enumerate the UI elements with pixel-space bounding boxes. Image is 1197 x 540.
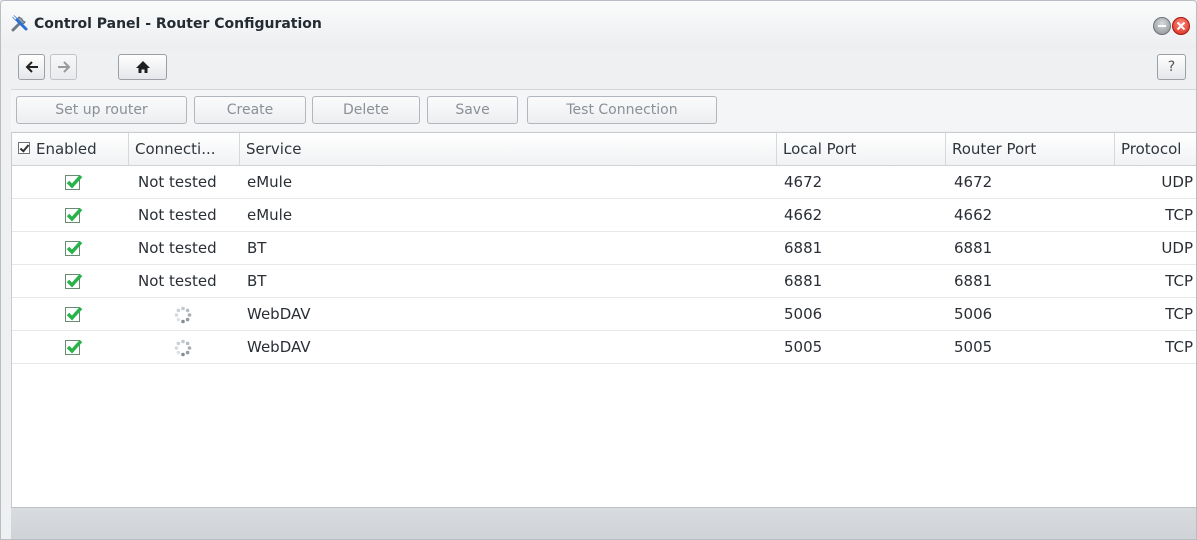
checkmark-icon	[66, 207, 83, 222]
arrow-right-icon	[57, 61, 70, 73]
protocol: TCP	[1165, 206, 1193, 224]
back-button[interactable]	[18, 54, 45, 80]
enabled-checkbox[interactable]	[65, 166, 85, 198]
loading-spinner-icon	[174, 339, 192, 357]
local-port: 6881	[784, 239, 823, 257]
column-header-connection[interactable]: Connecti...	[129, 133, 240, 165]
router-port: 4662	[954, 206, 993, 224]
protocol: TCP	[1165, 305, 1193, 323]
local-port: 5006	[784, 305, 823, 323]
protocol: UDP	[1161, 173, 1193, 191]
table-row[interactable]: WebDAV 5005 5005 TCP	[12, 331, 1196, 364]
service-name: BT	[247, 239, 267, 257]
connection-status: Not tested	[138, 239, 217, 257]
window-title: Control Panel - Router Configuration	[34, 16, 322, 32]
home-icon	[135, 61, 150, 73]
column-header-enabled[interactable]: Enabled	[12, 133, 129, 165]
table-row[interactable]: Not tested eMule 4662 4662 TCP	[12, 199, 1196, 232]
connection-status: Not tested	[138, 173, 217, 191]
router-port: 5006	[954, 305, 993, 323]
tools-icon	[10, 13, 30, 33]
navigation-bar: ?	[1, 49, 1196, 89]
table-row[interactable]: Not tested BT 6881 6881 TCP	[12, 265, 1196, 298]
protocol: UDP	[1161, 239, 1193, 257]
column-header-router-port[interactable]: Router Port	[946, 133, 1115, 165]
service-name: WebDAV	[247, 338, 311, 356]
router-port: 4672	[954, 173, 993, 191]
column-header-enabled-label: Enabled	[36, 140, 97, 158]
control-panel-window: Control Panel - Router Configuration ? S…	[0, 0, 1197, 540]
local-port: 4672	[784, 173, 823, 191]
connection-status	[174, 331, 194, 363]
table-row[interactable]: Not tested eMule 4672 4672 UDP	[12, 166, 1196, 199]
table-row[interactable]: Not tested BT 6881 6881 UDP	[12, 232, 1196, 265]
protocol: TCP	[1165, 338, 1193, 356]
service-name: WebDAV	[247, 305, 311, 323]
service-name: eMule	[247, 173, 293, 191]
local-port: 6881	[784, 272, 823, 290]
create-button[interactable]: Create	[194, 96, 306, 124]
close-button[interactable]	[1172, 17, 1190, 35]
set-up-router-button[interactable]: Set up router	[16, 96, 187, 124]
delete-button[interactable]: Delete	[312, 96, 420, 124]
connection-status: Not tested	[138, 206, 217, 224]
loading-spinner-icon	[174, 306, 192, 324]
column-header-protocol[interactable]: Protocol	[1115, 133, 1196, 165]
title-bar: Control Panel - Router Configuration	[1, 1, 1196, 49]
connection-status: Not tested	[138, 272, 217, 290]
checkmark-icon	[66, 174, 83, 189]
protocol: TCP	[1165, 272, 1193, 290]
router-port: 5005	[954, 338, 993, 356]
router-port: 6881	[954, 239, 993, 257]
save-button[interactable]: Save	[427, 96, 518, 124]
port-forwarding-table: Enabled Connecti... Service Local Port R…	[11, 132, 1196, 507]
connection-status	[174, 298, 194, 330]
action-toolbar: Set up router Create Delete Save Test Co…	[11, 89, 1196, 131]
router-port: 6881	[954, 272, 993, 290]
help-button[interactable]: ?	[1157, 54, 1186, 80]
column-header-service[interactable]: Service	[240, 133, 777, 165]
checkmark-icon	[66, 339, 83, 354]
column-header-local-port[interactable]: Local Port	[777, 133, 946, 165]
enabled-checkbox[interactable]	[65, 331, 85, 363]
checkmark-icon	[66, 240, 83, 255]
enabled-checkbox[interactable]	[65, 265, 85, 297]
local-port: 5005	[784, 338, 823, 356]
home-button[interactable]	[118, 54, 167, 80]
enabled-checkbox[interactable]	[65, 298, 85, 330]
select-all-checkbox[interactable]	[18, 142, 30, 154]
service-name: eMule	[247, 206, 293, 224]
arrow-left-icon	[25, 61, 38, 73]
service-name: BT	[247, 272, 267, 290]
table-header: Enabled Connecti... Service Local Port R…	[12, 133, 1196, 166]
enabled-checkbox[interactable]	[65, 199, 85, 231]
minimize-icon	[1158, 25, 1166, 27]
table-row[interactable]: WebDAV 5006 5006 TCP	[12, 298, 1196, 331]
checkmark-icon	[66, 273, 83, 288]
status-bar	[11, 507, 1196, 539]
test-connection-button[interactable]: Test Connection	[527, 96, 717, 124]
local-port: 4662	[784, 206, 823, 224]
checkmark-icon	[66, 306, 83, 321]
forward-button[interactable]	[50, 54, 77, 80]
minimize-button[interactable]	[1153, 17, 1171, 35]
enabled-checkbox[interactable]	[65, 232, 85, 264]
